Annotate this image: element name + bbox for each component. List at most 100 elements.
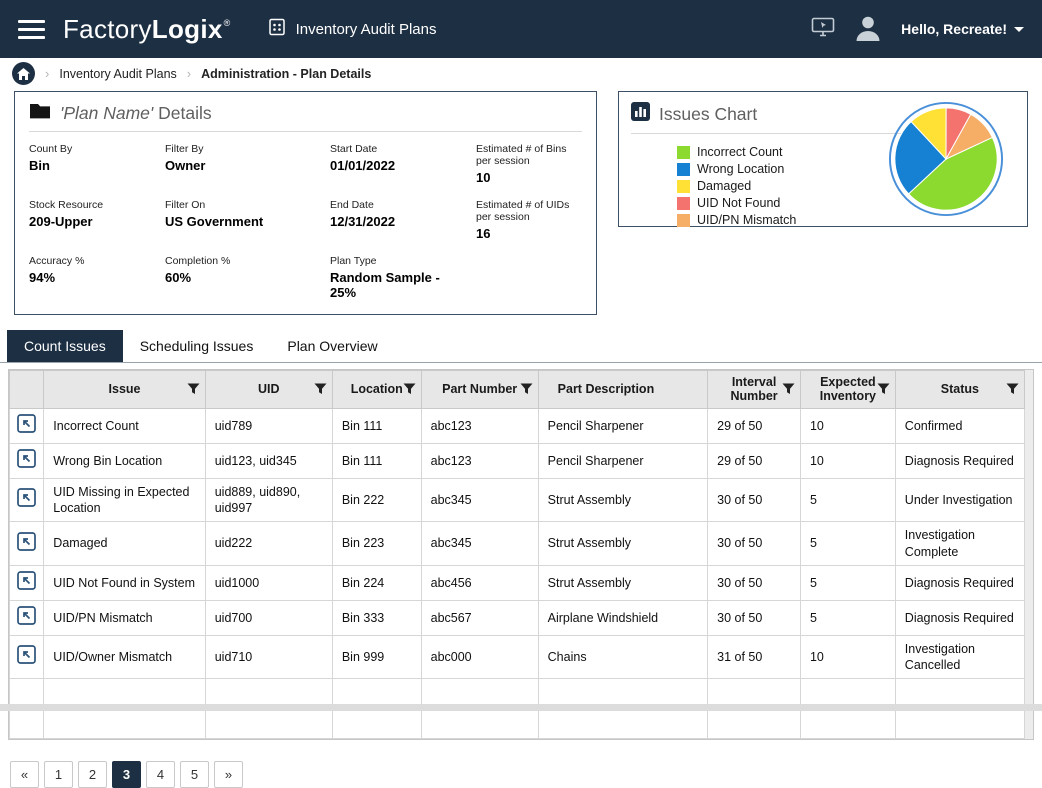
field-estimated-bins: Estimated # of Bins per session10 [476, 143, 582, 185]
field-plan-type: Plan TypeRandom Sample - 25% [330, 255, 468, 300]
info-panels: 'Plan Name' Details Count ByBin Filter B… [0, 91, 1042, 315]
cell-expected: 5 [800, 600, 895, 635]
filter-icon[interactable] [187, 383, 200, 395]
cell-expected: 10 [800, 408, 895, 443]
remote-monitor-icon[interactable] [811, 17, 835, 42]
open-record-cell[interactable] [10, 478, 44, 522]
table-row[interactable]: UID Missing in Expected Location uid889,… [10, 478, 1025, 522]
legend-swatch [677, 214, 690, 227]
plan-folder-icon [29, 102, 51, 124]
cell-part-number: abc000 [421, 635, 538, 679]
breadcrumb-separator: › [45, 66, 49, 81]
breadcrumb-item-current: Administration - Plan Details [201, 67, 371, 81]
cell-part-description: Pencil Sharpener [538, 408, 708, 443]
cell-issue: UID Missing in Expected Location [44, 478, 205, 522]
cell-location: Bin 111 [332, 408, 421, 443]
cell-interval: 30 of 50 [708, 478, 801, 522]
brand-registered-mark: ® [224, 19, 231, 28]
home-button[interactable] [12, 62, 35, 85]
filter-icon[interactable] [403, 383, 416, 395]
horizontal-scrollbar-track[interactable] [0, 704, 1042, 711]
cell-uid: uid700 [205, 600, 332, 635]
filter-icon[interactable] [520, 383, 533, 395]
col-header-location[interactable]: Location [332, 371, 421, 409]
col-header-issue[interactable]: Issue [44, 371, 205, 409]
cell-uid: uid710 [205, 635, 332, 679]
cell-interval: 29 of 50 [708, 443, 801, 478]
cell-status: Investigation Cancelled [895, 635, 1024, 679]
field-accuracy: Accuracy %94% [29, 255, 157, 300]
open-record-cell[interactable] [10, 600, 44, 635]
breadcrumb-separator: › [187, 66, 191, 81]
cell-expected: 5 [800, 522, 895, 566]
page-button[interactable]: 3 [112, 761, 141, 788]
table-row[interactable]: Wrong Bin Location uid123, uid345 Bin 11… [10, 443, 1025, 478]
cell-part-number: abc123 [421, 443, 538, 478]
filter-icon[interactable] [782, 383, 795, 395]
cell-issue: Incorrect Count [44, 408, 205, 443]
user-menu[interactable]: Hello, Recreate! [901, 21, 1024, 37]
cell-part-description: Strut Assembly [538, 522, 708, 566]
col-header-interval-number[interactable]: Interval Number [708, 371, 801, 409]
page-button[interactable]: 1 [44, 761, 73, 788]
issues-chart-panel: Issues Chart Incorrect Count Wrong Locat… [618, 91, 1028, 227]
col-header-part-description[interactable]: Part Description [538, 371, 708, 409]
cell-status: Investigation Complete [895, 522, 1024, 566]
cell-issue: UID/PN Mismatch [44, 600, 205, 635]
table-row[interactable]: Incorrect Count uid789 Bin 111 abc123 Pe… [10, 408, 1025, 443]
table-row[interactable]: UID/Owner Mismatch uid710 Bin 999 abc000… [10, 635, 1025, 679]
user-avatar-icon[interactable] [853, 12, 883, 47]
cell-part-number: abc123 [421, 408, 538, 443]
page-button[interactable]: 4 [146, 761, 175, 788]
filter-icon[interactable] [314, 383, 327, 395]
cell-location: Bin 222 [332, 478, 421, 522]
open-record-cell[interactable] [10, 522, 44, 566]
field-stock-resource: Stock Resource209-Upper [29, 199, 157, 241]
plan-fields-grid: Count ByBin Filter ByOwner Start Date01/… [29, 143, 582, 300]
page-button[interactable]: 5 [180, 761, 209, 788]
chevron-down-icon [1014, 27, 1024, 32]
cell-part-description: Strut Assembly [538, 565, 708, 600]
menu-icon[interactable] [18, 20, 45, 39]
last-page-button[interactable]: » [214, 761, 243, 788]
first-page-button[interactable]: « [10, 761, 39, 788]
field-filter-by: Filter ByOwner [165, 143, 322, 185]
breadcrumb-item-plans[interactable]: Inventory Audit Plans [59, 67, 176, 81]
app-title: Inventory Audit Plans [267, 17, 437, 41]
col-header-status[interactable]: Status [895, 371, 1024, 409]
plan-details-panel: 'Plan Name' Details Count ByBin Filter B… [14, 91, 597, 315]
cell-expected: 10 [800, 443, 895, 478]
legend-swatch [677, 146, 690, 159]
cell-interval: 30 of 50 [708, 565, 801, 600]
legend-swatch [677, 163, 690, 176]
cell-location: Bin 224 [332, 565, 421, 600]
col-header-part-number[interactable]: Part Number [421, 371, 538, 409]
col-header-expected-inventory[interactable]: Expected Inventory [800, 371, 895, 409]
tab-plan-overview[interactable]: Plan Overview [270, 330, 394, 362]
field-completion: Completion %60% [165, 255, 322, 300]
open-record-icon [17, 571, 36, 590]
cell-location: Bin 111 [332, 443, 421, 478]
tab-count-issues[interactable]: Count Issues [7, 330, 123, 362]
table-row[interactable]: UID/PN Mismatch uid700 Bin 333 abc567 Ai… [10, 600, 1025, 635]
cell-status: Confirmed [895, 408, 1024, 443]
table-row[interactable]: UID Not Found in System uid1000 Bin 224 … [10, 565, 1025, 600]
open-record-cell[interactable] [10, 408, 44, 443]
filter-icon[interactable] [877, 383, 890, 395]
table-row[interactable]: Damaged uid222 Bin 223 abc345 Strut Asse… [10, 522, 1025, 566]
legend-swatch [677, 197, 690, 210]
open-record-cell[interactable] [10, 635, 44, 679]
open-record-icon [17, 449, 36, 468]
tab-scheduling-issues[interactable]: Scheduling Issues [123, 330, 271, 362]
bar-chart-icon [631, 102, 650, 126]
page-button[interactable]: 2 [78, 761, 107, 788]
cell-part-number: abc456 [421, 565, 538, 600]
cell-status: Diagnosis Required [895, 600, 1024, 635]
open-record-cell[interactable] [10, 565, 44, 600]
cell-location: Bin 223 [332, 522, 421, 566]
col-header-uid[interactable]: UID [205, 371, 332, 409]
col-header-icon [10, 371, 44, 409]
filter-icon[interactable] [1006, 383, 1019, 395]
cell-interval: 30 of 50 [708, 600, 801, 635]
open-record-cell[interactable] [10, 443, 44, 478]
